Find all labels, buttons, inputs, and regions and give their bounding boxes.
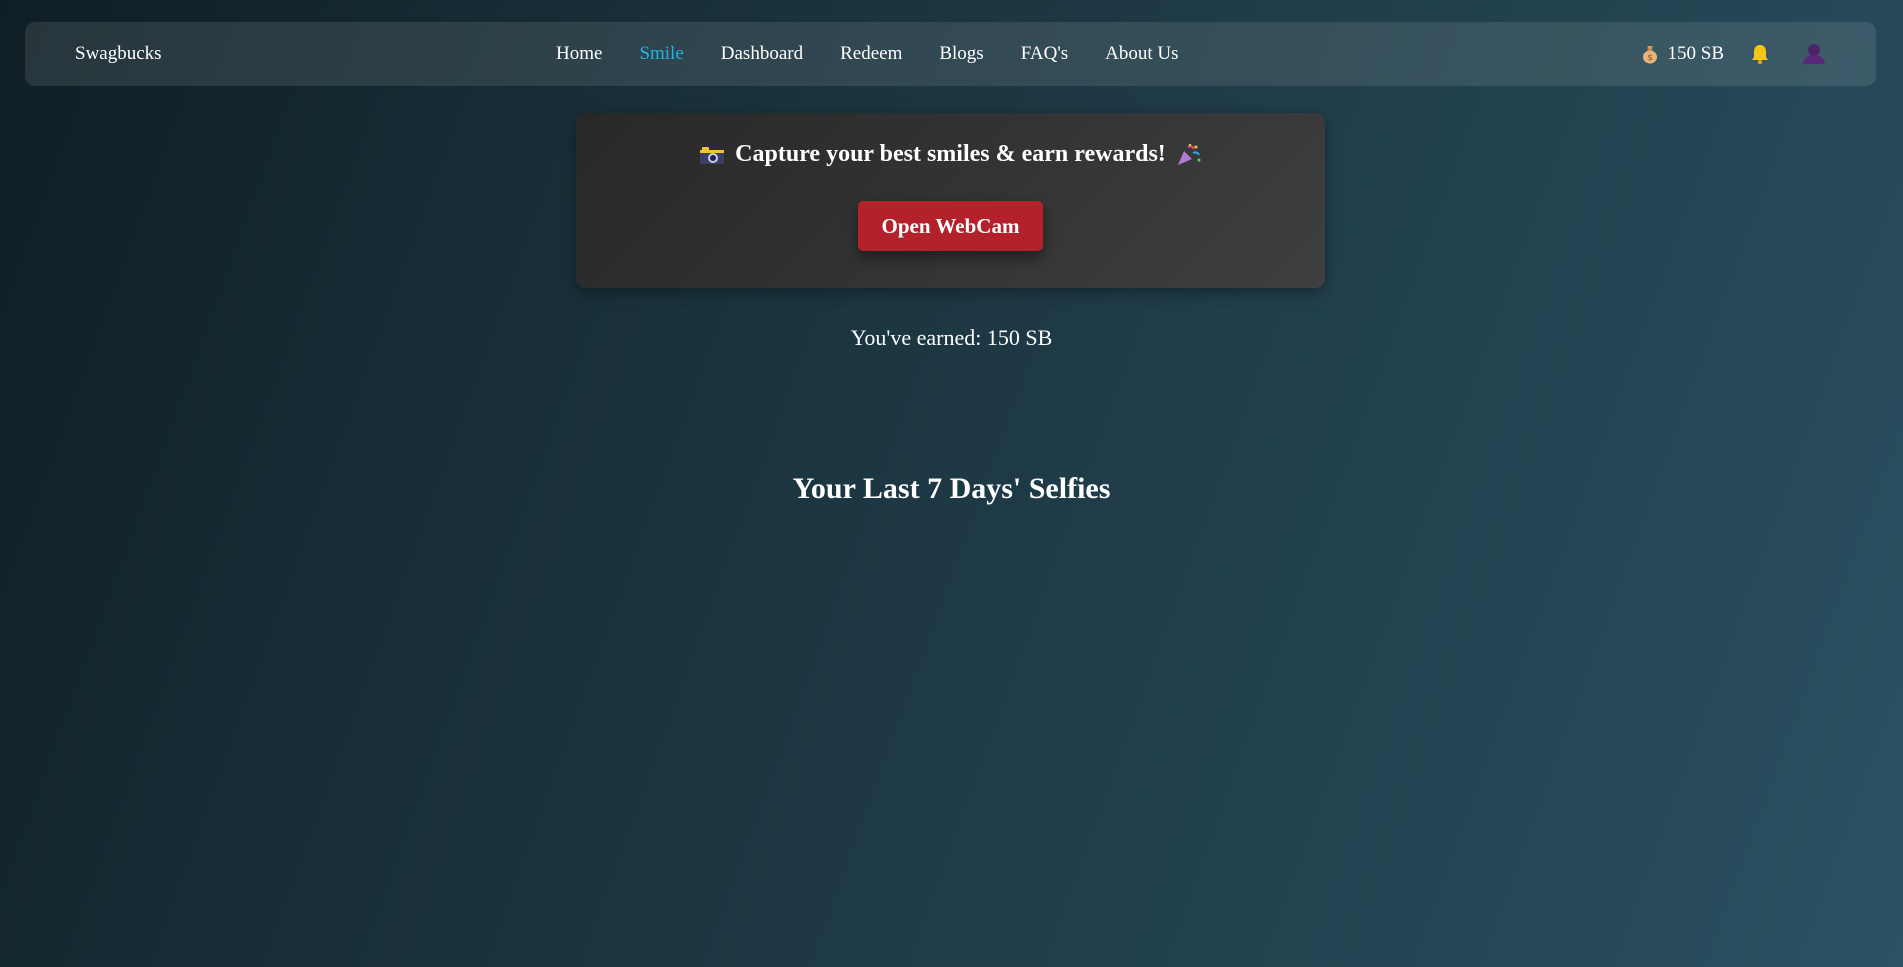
balance-display: 150 SB [1667,43,1725,64]
nav-link-home[interactable]: Home [556,43,602,65]
top-navbar: Swagbucks Home Smile Dashboard Redeem Bl… [25,22,1876,86]
nav-user-area: $ 150 SB [1641,42,1829,66]
nav-links: Home Smile Dashboard Redeem Blogs FAQ's … [556,43,1216,65]
nav-link-about-us[interactable]: About Us [1105,43,1178,65]
bell-icon[interactable] [1750,43,1770,65]
open-webcam-button[interactable]: Open WebCam [858,201,1043,251]
nav-link-smile[interactable]: Smile [639,43,683,65]
earned-summary: You've earned: 150 SB [850,325,1053,350]
capture-heading: Capture your best smiles & earn rewards! [576,141,1325,168]
capture-heading-text: Capture your best smiles & earn rewards! [735,141,1166,167]
nav-link-blogs[interactable]: Blogs [939,43,983,65]
money-bag-icon: $ [1642,46,1657,64]
camera-icon [700,146,725,164]
nav-link-faqs[interactable]: FAQ's [1021,43,1068,65]
user-avatar-icon[interactable] [1800,42,1828,66]
nav-link-dashboard[interactable]: Dashboard [721,43,803,65]
selfies-section-title: Your Last 7 Days' Selfies [792,472,1111,505]
nav-link-redeem[interactable]: Redeem [840,43,902,65]
brand-logo[interactable]: Swagbucks [75,43,162,65]
svg-text:$: $ [1647,53,1652,62]
party-popper-icon [1177,143,1201,165]
capture-card: Capture your best smiles & earn rewards!… [576,113,1325,288]
